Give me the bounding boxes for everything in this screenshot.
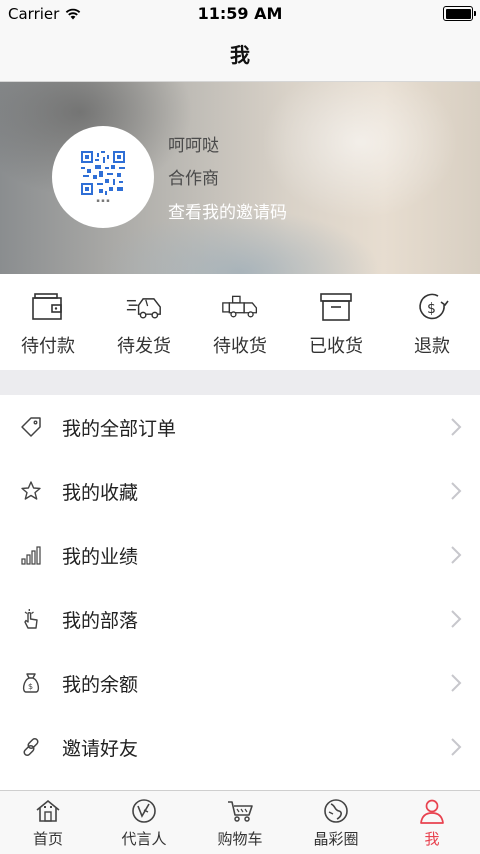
profile-header: ▪ ▪ ▪ 呵呵哒 合作商 查看我的邀请码 (0, 82, 480, 274)
box-icon (320, 293, 352, 321)
order-label: 待付款 (21, 336, 75, 357)
chevron-right-icon (451, 482, 462, 500)
link-icon (23, 737, 39, 757)
order-label: 已收货 (309, 336, 363, 357)
status-time: 11:59 AM (197, 4, 283, 23)
qr-caption-mark: ▪ ▪ ▪ (96, 197, 110, 204)
order-pending-shipment[interactable]: 待发货 (96, 274, 192, 370)
hand-tap-icon (24, 609, 38, 629)
circle-icon (324, 799, 348, 823)
chevron-right-icon (451, 674, 462, 692)
order-label: 退款 (414, 336, 450, 357)
menu-list: 我的全部订单 我的收藏 我的业绩 我的部落 $ 我的余额 邀请好友 (0, 395, 480, 779)
chevron-right-icon (451, 418, 462, 436)
status-bar: Carrier 11:59 AM (0, 0, 480, 28)
tab-cart[interactable]: 购物车 (192, 791, 288, 854)
tab-label: 首页 (32, 830, 63, 848)
tab-home[interactable]: 首页 (0, 791, 96, 854)
svg-text:$: $ (427, 301, 436, 317)
order-label: 待发货 (117, 336, 171, 357)
tab-label: 晶彩圈 (313, 830, 359, 848)
qr-code-icon (81, 150, 125, 195)
order-status-row: 待付款 待发货 待收货 已收货 $ 退款 (0, 274, 480, 370)
order-refund[interactable]: $ 退款 (384, 274, 480, 370)
nav-bar: 我 (0, 28, 480, 82)
view-invite-code-link[interactable]: 查看我的邀请码 (168, 198, 287, 223)
avatar[interactable]: ▪ ▪ ▪ (52, 126, 154, 228)
receive-truck-icon (222, 295, 258, 318)
wallet-icon (32, 293, 62, 320)
battery-icon (443, 6, 476, 21)
chevron-right-icon (451, 738, 462, 756)
money-bag-icon: $ (22, 673, 40, 693)
menu-item-label: 我的业绩 (62, 545, 139, 568)
menu-item-label: 我的全部订单 (62, 417, 177, 440)
tab-label: 购物车 (217, 830, 263, 848)
tab-spokesperson[interactable]: 代言人 (96, 791, 192, 854)
chevron-right-icon (451, 610, 462, 628)
page-title: 我 (230, 43, 250, 67)
order-pending-payment[interactable]: 待付款 (0, 274, 96, 370)
chevron-right-icon (451, 546, 462, 564)
tab-circle[interactable]: 晶彩圈 (288, 791, 384, 854)
menu-item-tribe[interactable]: 我的部落 (0, 587, 480, 651)
tab-me[interactable]: 我 (384, 791, 480, 854)
section-divider (0, 370, 480, 395)
spokesperson-icon (132, 799, 156, 823)
tag-icon (21, 417, 41, 437)
menu-item-label: 我的收藏 (62, 481, 139, 504)
user-name: 呵呵哒 (168, 136, 219, 156)
menu-item-invite-friends[interactable]: 邀请好友 (0, 715, 480, 779)
menu-item-favorites[interactable]: 我的收藏 (0, 459, 480, 523)
menu-item-label: 我的余额 (62, 673, 139, 696)
home-icon (36, 799, 60, 822)
order-label: 待收货 (213, 336, 267, 357)
menu-item-label: 我的部落 (62, 609, 139, 632)
menu-item-performance[interactable]: 我的业绩 (0, 523, 480, 587)
svg-text:$: $ (28, 682, 33, 691)
star-icon (21, 481, 41, 500)
order-pending-receipt[interactable]: 待收货 (192, 274, 288, 370)
tab-bar: 首页 代言人 购物车 晶彩圈 我 (0, 790, 480, 854)
tab-label: 代言人 (121, 830, 167, 848)
tab-label: 我 (424, 830, 440, 848)
menu-item-balance[interactable]: $ 我的余额 (0, 651, 480, 715)
user-icon (420, 799, 444, 824)
menu-item-all-orders[interactable]: 我的全部订单 (0, 395, 480, 459)
user-role: 合作商 (168, 169, 219, 189)
cart-icon (228, 801, 253, 822)
refund-icon: $ (419, 293, 449, 320)
order-received[interactable]: 已收货 (288, 274, 384, 370)
delivery-truck-icon (126, 298, 161, 319)
menu-item-label: 邀请好友 (62, 737, 139, 760)
bar-signal-icon (21, 546, 41, 565)
